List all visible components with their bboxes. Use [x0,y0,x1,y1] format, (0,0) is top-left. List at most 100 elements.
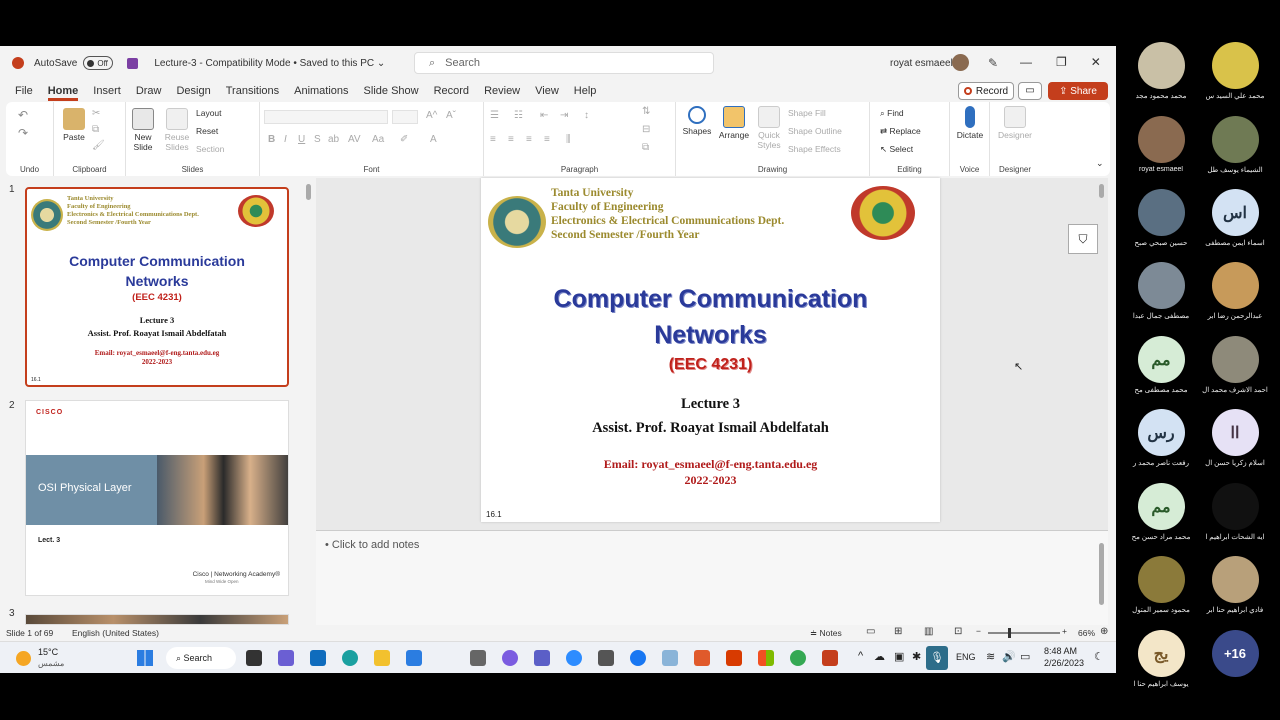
participant-tile[interactable]: عبدالرحمن رضا ابر [1194,262,1276,320]
document-title[interactable]: Lecture-3 - Compatibility Mode • Saved t… [154,58,385,69]
record-button[interactable]: Record [958,82,1014,100]
clock-time[interactable]: 8:48 AM [1044,646,1077,656]
slide-thumbnail-1[interactable]: Tanta University Faculty of Engineering … [25,187,289,387]
grow-font-icon[interactable]: A^ [426,110,437,121]
notes-toggle[interactable]: ≐ Notes [810,628,842,639]
change-case-icon[interactable]: Aa [372,134,384,145]
current-slide[interactable]: Tanta University Faculty of Engineering … [481,178,940,522]
fit-slide-icon[interactable]: ⊕ [1100,626,1108,637]
section-button[interactable]: Section [196,144,224,154]
slideshow-icon[interactable]: ⊡ [954,626,962,637]
select-button[interactable]: ↖ Select [880,144,913,155]
decrease-indent-icon[interactable]: ⇤ [540,110,548,121]
participant-tile[interactable]: ايه الشحات ابراهيم ا [1194,483,1276,541]
autosave-toggle[interactable]: Off [83,56,114,70]
share-button[interactable]: ⇪ Share [1048,82,1108,100]
zoom-out-icon[interactable]: − [976,626,981,636]
tray-chevron-icon[interactable]: ^ [858,650,863,662]
underline-icon[interactable]: U [298,134,305,145]
zoom-slider[interactable] [988,628,1060,638]
participant-tile[interactable]: اس اسماء ايمن مصطفى [1194,189,1276,247]
justify-icon[interactable]: ≡ [544,134,550,145]
find-button[interactable]: ⌕ Find [880,108,904,119]
slide-thumbnail-2[interactable]: CISCO OSI Physical Layer Lect. 3 Cisco |… [25,400,289,596]
volume-icon[interactable]: 🔊 [1002,650,1016,663]
shape-outline-button[interactable]: Shape Outline [788,126,842,136]
participant-tile[interactable]: حسين صبحي صبح [1120,189,1202,247]
powerpoint-taskbar-icon[interactable] [822,650,838,666]
pen-icon[interactable]: ✎ [988,56,998,70]
edge-icon[interactable] [342,650,358,666]
char-spacing-icon[interactable]: ab [328,134,339,145]
participant-tile[interactable]: مم محمد مصطفى مح [1120,336,1202,394]
participant-tile[interactable]: اا اسلام زكريا حسن ال [1194,409,1276,467]
increase-indent-icon[interactable]: ⇥ [560,110,568,121]
outlook-icon[interactable] [310,650,326,666]
columns-icon[interactable]: ⫼ [566,134,571,145]
tab-transitions[interactable]: Transitions [226,82,279,100]
participant-tile[interactable]: محمد محمود مجد [1120,42,1202,100]
windows-logo-app-icon[interactable] [758,650,774,666]
bookmark-icon[interactable]: ⛉ [1068,224,1098,254]
onedrive-icon[interactable]: ☁ [874,650,885,663]
tab-record[interactable]: Record [434,82,469,100]
participant-tile[interactable]: فادي ابراهيم حنا ابر [1194,556,1276,614]
network-app-icon[interactable] [662,650,678,666]
facebook-icon[interactable] [630,650,646,666]
teams-icon[interactable] [534,650,550,666]
chrome-icon[interactable] [790,650,806,666]
align-left-icon[interactable]: ≡ [490,134,496,145]
restore-icon[interactable]: ❐ [1056,55,1067,69]
save-icon[interactable] [127,57,139,69]
participant-tile[interactable]: رس رفعت ناصر محمد ر [1120,409,1202,467]
tab-home[interactable]: Home [47,82,79,101]
normal-view-icon[interactable]: ▭ [866,626,875,637]
participant-tile[interactable]: royat esmaeel [1120,116,1202,173]
zoom-level[interactable]: 66% [1078,628,1095,638]
participant-tile[interactable]: احمد الاشرف محمد ال [1194,336,1276,394]
tab-help[interactable]: Help [574,82,597,100]
font-family-select[interactable] [264,110,388,124]
shrink-font-icon[interactable]: Aˇ [446,110,456,121]
collapse-ribbon-icon[interactable]: ⌄ [1096,158,1104,169]
messenger-icon[interactable] [502,650,518,666]
more-participants-button[interactable]: +16 [1194,630,1276,677]
cut-icon[interactable]: ✂ [92,108,100,119]
calculator-icon[interactable] [598,650,614,666]
weather-temp[interactable]: 15°C [38,647,58,657]
camera-icon[interactable] [470,650,486,666]
dictate-button[interactable]: Dictate [952,106,988,140]
copy-icon[interactable]: ⧉ [92,124,99,135]
matlab-icon[interactable] [694,650,710,666]
shape-effects-button[interactable]: Shape Effects [788,144,841,154]
reuse-slides-button[interactable]: Reuse Slides [162,108,192,152]
close-icon[interactable]: ✕ [1091,55,1101,69]
participant-tile[interactable]: محمود سمير المتول [1120,556,1202,614]
bluetooth-icon[interactable]: ✱ [912,650,921,663]
undo-icon[interactable]: ↶ [18,108,28,122]
slide-scrollbar[interactable] [1099,184,1104,198]
battery-icon[interactable]: ▭ [1020,650,1030,663]
tab-view[interactable]: View [535,82,559,100]
slide-sorter-icon[interactable]: ⊞ [894,626,902,637]
user-avatar[interactable] [952,54,969,71]
tab-review[interactable]: Review [484,82,520,100]
layout-button[interactable]: Layout [196,108,222,118]
tab-slide-show[interactable]: Slide Show [364,82,419,100]
replace-button[interactable]: ⇄ Replace [880,126,921,137]
tab-draw[interactable]: Draw [136,82,162,100]
teams-chat-icon[interactable] [278,650,294,666]
minimize-icon[interactable]: — [1020,55,1032,69]
tab-design[interactable]: Design [176,82,210,100]
tray-app-icon[interactable]: ▣ [894,650,904,663]
zoom-slider-handle[interactable] [1008,628,1011,638]
microphone-tray-icon[interactable]: 🎙 [926,646,948,670]
taskbar-search[interactable]: ⌕ Search [166,647,236,669]
notes-placeholder[interactable]: • Click to add notes [325,539,419,551]
redo-icon[interactable]: ↷ [18,126,28,140]
thumbs-scrollbar[interactable] [306,184,311,200]
input-language[interactable]: ENG [956,652,976,662]
participant-tile[interactable]: الشيماء يوسف طل [1194,116,1276,174]
participant-tile[interactable]: يج يوسف ابراهيم حنا ا [1120,630,1202,688]
numbering-icon[interactable]: ☷ [514,110,523,121]
